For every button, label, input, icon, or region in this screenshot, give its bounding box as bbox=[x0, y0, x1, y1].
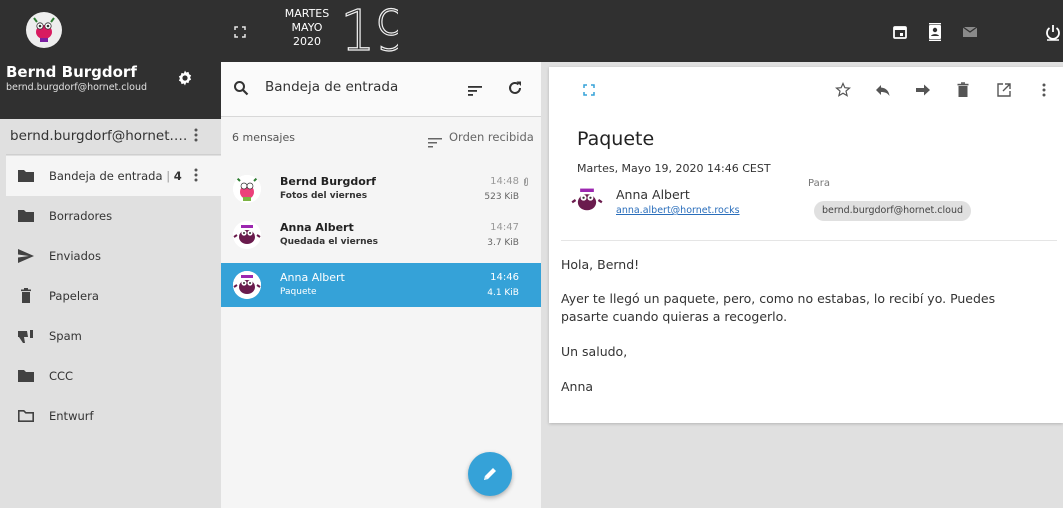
message-size: 3.7 KiB bbox=[487, 238, 519, 248]
filter-icon[interactable] bbox=[468, 82, 482, 101]
message-subject: Quedada el viernes bbox=[280, 237, 379, 247]
email-date: Martes, Mayo 19, 2020 14:46 CEST bbox=[577, 162, 771, 175]
mail-app: MARTES MAYO 2020 19 Bernd Burgdorf bernd… bbox=[0, 0, 1063, 508]
expand-icon[interactable] bbox=[580, 81, 598, 99]
reply-icon[interactable] bbox=[874, 81, 892, 99]
message-time: 14:47 bbox=[490, 222, 519, 233]
user-panel: Bernd Burgdorf bernd.burgdorf@hornet.clo… bbox=[0, 62, 221, 119]
avatar bbox=[233, 221, 261, 249]
refresh-icon[interactable] bbox=[507, 80, 523, 100]
folder-separator: | bbox=[166, 169, 171, 183]
message-row-selected[interactable]: Anna Albert Paquete 14:46 4.1 KiB bbox=[221, 263, 541, 307]
email-body-greeting: Hola, Bernd! bbox=[561, 257, 640, 272]
message-subject: Fotos del viernes bbox=[280, 191, 368, 201]
sender-avatar bbox=[571, 184, 603, 216]
app-logo bbox=[26, 12, 62, 48]
email-body-signature: Anna bbox=[561, 379, 594, 394]
thumbs-down-icon bbox=[17, 328, 35, 344]
folder-sidebar: bernd.burgdorf@hornet.cloud Bandeja de e… bbox=[6, 119, 221, 508]
message-size: 4.1 KiB bbox=[487, 288, 519, 298]
message-row[interactable]: Anna Albert Quedada el viernes 14:47 3.7… bbox=[221, 213, 541, 257]
pencil-icon bbox=[484, 468, 496, 480]
message-sender: Anna Albert bbox=[280, 221, 354, 234]
to-label: Para bbox=[808, 178, 830, 189]
compose-button[interactable] bbox=[468, 452, 512, 496]
folder-icon bbox=[17, 208, 35, 224]
calendar-icon[interactable] bbox=[891, 23, 909, 41]
open-external-icon[interactable] bbox=[995, 81, 1013, 99]
list-title: Bandeja de entrada bbox=[265, 79, 399, 95]
sender-email-link[interactable]: anna.albert@hornet.rocks bbox=[616, 205, 740, 216]
list-header: Bandeja de entrada bbox=[221, 62, 541, 117]
user-name: Bernd Burgdorf bbox=[6, 63, 137, 81]
folder-label-sent: Enviados bbox=[49, 249, 101, 263]
folder-outline-icon bbox=[17, 408, 35, 424]
sender-name: Anna Albert bbox=[616, 187, 690, 202]
settings-gear-icon[interactable] bbox=[176, 69, 194, 87]
folder-item-ccc[interactable]: CCC bbox=[6, 356, 221, 396]
recipient-chip[interactable]: bernd.burgdorf@hornet.cloud bbox=[814, 201, 972, 221]
message-time: 14:46 bbox=[490, 272, 519, 283]
message-count: 6 mensajes bbox=[232, 131, 295, 144]
top-bar: MARTES MAYO 2020 19 bbox=[0, 0, 1063, 62]
message-size: 523 KiB bbox=[484, 192, 519, 202]
date-weekday: MARTES bbox=[284, 7, 330, 20]
date-month: MAYO bbox=[291, 21, 323, 34]
folder-icon bbox=[17, 168, 35, 184]
email-subject: Paquete bbox=[577, 128, 655, 150]
fullscreen-icon[interactable] bbox=[234, 26, 246, 41]
date-widget: MARTES MAYO 2020 bbox=[276, 7, 338, 49]
folder-icon bbox=[17, 368, 35, 384]
folder-menu-icon[interactable] bbox=[193, 168, 199, 184]
folder-label-entwurf: Entwurf bbox=[49, 409, 94, 423]
mail-icon[interactable] bbox=[961, 23, 979, 41]
folder-label-spam: Spam bbox=[49, 329, 82, 343]
email-body-paragraph: Ayer te llegó un paquete, pero, como no … bbox=[561, 291, 996, 324]
message-sender: Anna Albert bbox=[280, 271, 345, 284]
power-icon[interactable] bbox=[1044, 23, 1062, 41]
list-subheader: 6 mensajes Orden recibida bbox=[221, 118, 541, 158]
avatar bbox=[233, 175, 261, 203]
hornet-logo-icon bbox=[33, 17, 55, 42]
folder-label-drafts: Borradores bbox=[49, 209, 113, 223]
message-row[interactable]: Bernd Burgdorf Fotos del viernes 14:48 5… bbox=[221, 167, 541, 211]
message-sender: Bernd Burgdorf bbox=[280, 175, 376, 188]
header-divider bbox=[561, 240, 1057, 241]
sort-icon[interactable] bbox=[428, 133, 442, 152]
message-subject: Paquete bbox=[280, 287, 317, 297]
account-menu-icon[interactable] bbox=[193, 128, 199, 144]
folder-item-spam[interactable]: Spam bbox=[6, 316, 221, 356]
folder-item-entwurf[interactable]: Entwurf bbox=[6, 396, 221, 436]
date-day: 19 bbox=[338, 0, 398, 62]
more-menu-icon[interactable] bbox=[1035, 81, 1053, 99]
user-email: bernd.burgdorf@hornet.cloud bbox=[6, 82, 148, 93]
trash-icon bbox=[17, 288, 35, 304]
message-list-pane: Bandeja de entrada 6 mensajes Orden reci… bbox=[221, 62, 541, 508]
message-time: 14:48 bbox=[490, 176, 519, 187]
date-year: 2020 bbox=[293, 35, 321, 48]
email-body-closing: Un saludo, bbox=[561, 344, 628, 359]
account-row[interactable]: bernd.burgdorf@hornet.cloud bbox=[6, 119, 221, 155]
folder-item-drafts[interactable]: Borradores bbox=[6, 196, 221, 236]
attachment-icon bbox=[523, 177, 529, 190]
folder-label-inbox: Bandeja de entrada bbox=[49, 169, 163, 183]
account-label: bernd.burgdorf@hornet.cloud bbox=[10, 128, 188, 144]
sort-label[interactable]: Orden recibida bbox=[449, 130, 534, 144]
forward-icon[interactable] bbox=[914, 81, 932, 99]
folder-item-trash[interactable]: Papelera bbox=[6, 276, 221, 316]
folder-item-inbox[interactable]: Bandeja de entrada | 4 bbox=[6, 156, 221, 196]
reading-pane: Paquete Martes, Mayo 19, 2020 14:46 CEST… bbox=[549, 67, 1063, 423]
star-icon[interactable] bbox=[834, 81, 852, 99]
avatar bbox=[233, 271, 261, 299]
folder-label-trash: Papelera bbox=[49, 289, 99, 303]
contacts-icon[interactable] bbox=[926, 23, 944, 41]
folder-item-sent[interactable]: Enviados bbox=[6, 236, 221, 276]
send-icon bbox=[17, 248, 35, 264]
folder-unread-count: 4 bbox=[173, 169, 182, 183]
delete-icon[interactable] bbox=[954, 81, 972, 99]
search-icon[interactable] bbox=[233, 80, 249, 100]
date-day-text: 19 bbox=[340, 0, 398, 58]
folder-label-ccc: CCC bbox=[49, 369, 74, 383]
